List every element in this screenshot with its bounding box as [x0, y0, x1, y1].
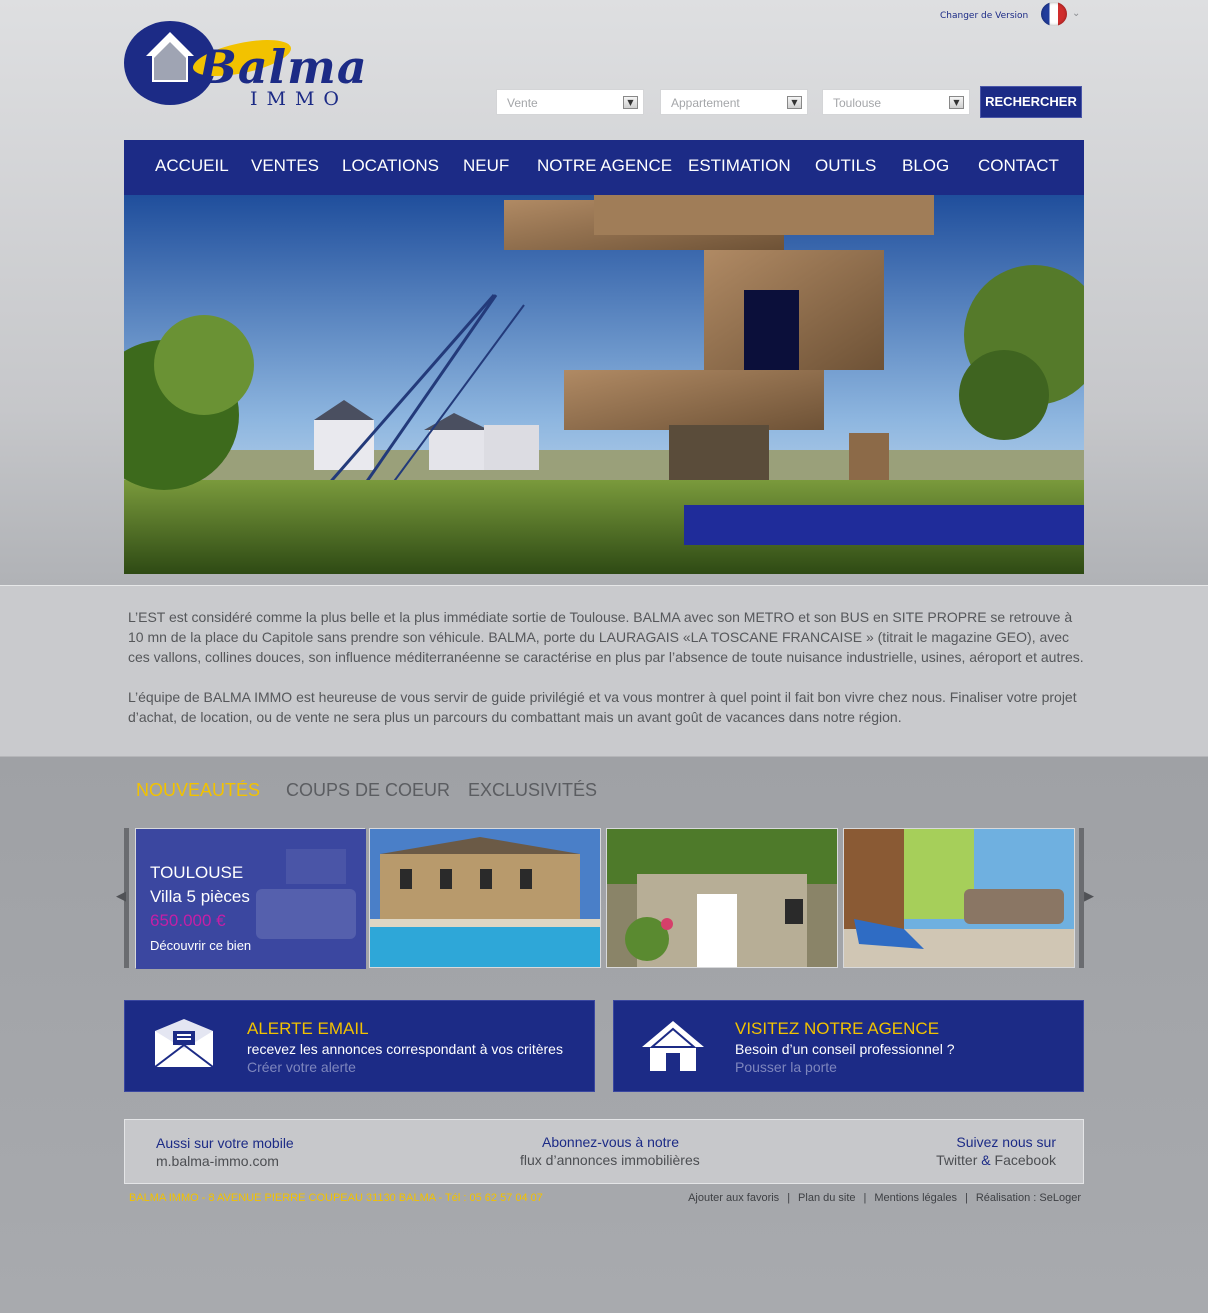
mobile-site-link[interactable]: m.balma-immo.com — [156, 1153, 279, 1169]
sitemap-link[interactable]: Plan du site — [798, 1192, 855, 1204]
add-favorites-link[interactable]: Ajouter aux favoris — [688, 1192, 779, 1204]
separator: | — [787, 1192, 791, 1204]
tab-nouveautes[interactable]: NOUVEAUTÉS — [136, 780, 260, 801]
nav-item-accueil[interactable]: ACCUEIL — [155, 156, 229, 176]
email-alert-title: ALERTE EMAIL — [247, 1019, 369, 1038]
french-flag-icon[interactable] — [1041, 2, 1067, 26]
nav-item-outils[interactable]: OUTILS — [815, 156, 876, 176]
listing-thumbnail[interactable] — [606, 828, 838, 968]
dropdown-arrow-icon[interactable]: ▼ — [787, 96, 802, 109]
transaction-value: Vente — [507, 96, 538, 110]
nav-item-estimation[interactable]: ESTIMATION — [688, 156, 791, 176]
hero-image — [124, 195, 1084, 574]
carousel-prev-icon[interactable]: ◀ — [116, 889, 126, 904]
logo-subtitle: IMMO — [250, 88, 348, 110]
featured-listing-card[interactable]: TOULOUSE Villa 5 pièces 650.000 € Découv… — [135, 828, 366, 969]
email-alert-text: recevez les annonces correspondant à vos… — [247, 1041, 563, 1057]
visit-agency-title: VISITEZ NOTRE AGENCE — [735, 1019, 940, 1038]
main-nav: ACCUEIL VENTES LOCATIONS NEUF NOTRE AGEN… — [124, 140, 1084, 195]
tab-exclusivites[interactable]: EXCLUSIVITÉS — [468, 780, 597, 801]
change-version-link[interactable]: Changer de Version — [940, 11, 1028, 21]
listing-thumbnail[interactable] — [843, 828, 1075, 968]
feed-link[interactable]: flux d’annonces immobilières — [520, 1152, 700, 1168]
logo-title: Balma — [198, 40, 368, 94]
credits-link[interactable]: Réalisation : SeLoger — [976, 1192, 1081, 1204]
chevron-down-icon[interactable]: ⌄ — [1072, 8, 1080, 19]
nav-item-contact[interactable]: CONTACT — [978, 156, 1059, 176]
footer-links-box: Aussi sur votre mobile m.balma-immo.com … — [124, 1119, 1084, 1184]
social-links: Twitter & Facebook — [936, 1152, 1056, 1168]
carousel-next-icon[interactable]: ▶ — [1084, 889, 1094, 904]
site-logo[interactable]: Balma IMMO — [124, 18, 404, 110]
dropdown-arrow-icon[interactable]: ▼ — [949, 96, 964, 109]
visit-agency-text: Besoin d’un conseil professionnel ? — [735, 1041, 955, 1057]
visit-agency-box[interactable]: VISITEZ NOTRE AGENCE Besoin d’un conseil… — [613, 1000, 1084, 1092]
facebook-link[interactable]: Facebook — [995, 1152, 1056, 1168]
house-icon — [642, 1021, 704, 1071]
search-button[interactable]: RECHERCHER — [980, 86, 1082, 118]
listing-price: 650.000 € — [150, 911, 226, 930]
agency-address: BALMA IMMO - 8 AVENUE PIERRE COUPEAU 311… — [129, 1192, 543, 1204]
intro-paragraph-2: L’équipe de BALMA IMMO est heureuse de v… — [128, 689, 1077, 725]
city-select[interactable]: Toulouse ▼ — [822, 89, 970, 115]
visit-agency-link[interactable]: Pousser la porte — [735, 1059, 837, 1075]
property-type-value: Appartement — [671, 96, 740, 110]
listing-thumbnail[interactable] — [369, 828, 601, 968]
feed-label: Abonnez-vous à notre — [542, 1134, 679, 1150]
legal-link[interactable]: Mentions légales — [874, 1192, 957, 1204]
listing-link[interactable]: Découvrir ce bien — [150, 938, 251, 953]
transaction-select[interactable]: Vente ▼ — [496, 89, 644, 115]
property-type-select[interactable]: Appartement ▼ — [660, 89, 808, 115]
nav-item-ventes[interactable]: VENTES — [251, 156, 319, 176]
mobile-label: Aussi sur votre mobile — [156, 1135, 294, 1151]
nav-item-locations[interactable]: LOCATIONS — [342, 156, 439, 176]
envelope-icon — [154, 1019, 214, 1068]
email-alert-box[interactable]: ALERTE EMAIL recevez les annonces corres… — [124, 1000, 595, 1092]
intro-paragraph-1: L’EST est considéré comme la plus belle … — [128, 609, 1084, 665]
dropdown-arrow-icon[interactable]: ▼ — [623, 96, 638, 109]
twitter-link[interactable]: Twitter — [936, 1152, 977, 1168]
separator: | — [964, 1192, 968, 1204]
footer-bottom-links: Ajouter aux favoris | Plan du site | Mention… — [688, 1192, 1081, 1204]
tab-coups-de-coeur[interactable]: COUPS DE COEUR — [286, 780, 450, 801]
nav-item-neuf[interactable]: NEUF — [463, 156, 509, 176]
listing-city: TOULOUSE — [150, 863, 244, 882]
separator: | — [863, 1192, 867, 1204]
email-alert-link[interactable]: Créer votre alerte — [247, 1059, 356, 1075]
social-label: Suivez nous sur — [956, 1134, 1056, 1150]
nav-item-blog[interactable]: BLOG — [902, 156, 949, 176]
city-value: Toulouse — [833, 96, 882, 110]
listing-type: Villa 5 pièces — [150, 887, 250, 906]
nav-item-notre-agence[interactable]: NOTRE AGENCE — [537, 156, 672, 176]
social-and: & — [981, 1152, 991, 1168]
intro-text: L’EST est considéré comme la plus belle … — [128, 607, 1084, 727]
